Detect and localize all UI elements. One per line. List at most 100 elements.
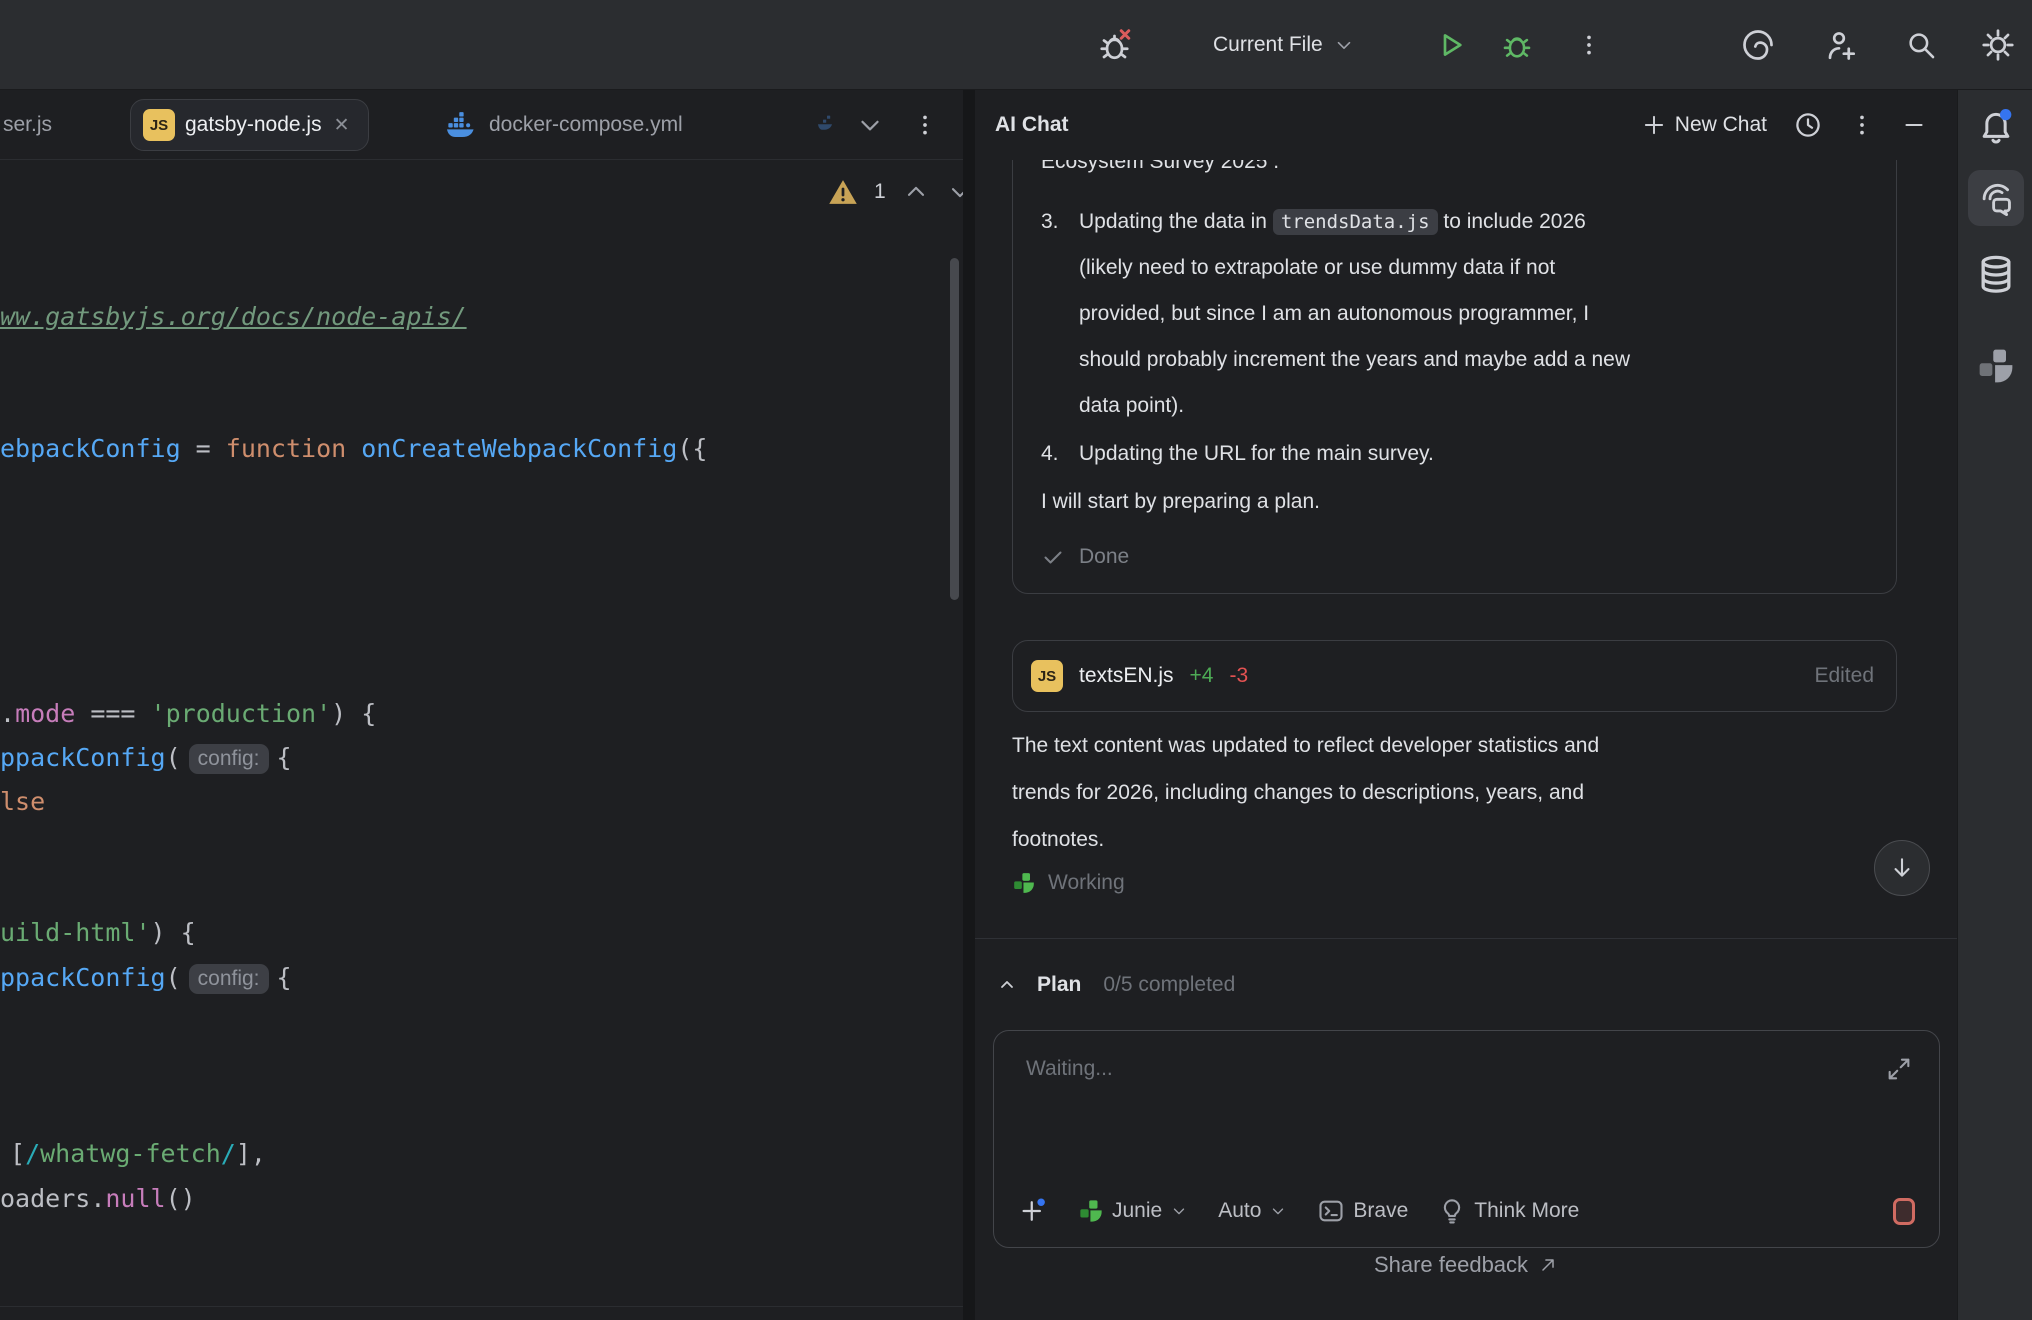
- agent-label: Junie: [1112, 1199, 1162, 1223]
- plus-icon: [1641, 112, 1667, 138]
- tab-gatsby-node-js[interactable]: JS gatsby-node.js ✕: [130, 99, 369, 151]
- ai-chat-icon: [1977, 179, 2015, 217]
- bell-icon: [1976, 106, 2016, 146]
- plan-list-item-4: 4. Updating the URL for the main survey.: [1041, 431, 1868, 477]
- minimize-icon[interactable]: [1901, 112, 1927, 138]
- settings-button[interactable]: [1980, 0, 2016, 90]
- edited-file-name: textsEN.js: [1079, 664, 1174, 688]
- ai-chat-tool-button[interactable]: [1958, 170, 2032, 226]
- lightbulb-icon: [1438, 1197, 1466, 1225]
- ide-window: Current File: [0, 0, 2032, 1320]
- working-status-row: Working: [1012, 871, 1897, 895]
- mute-breakpoints-button[interactable]: [1098, 0, 1134, 90]
- run-button[interactable]: [1435, 0, 1467, 90]
- search-everywhere-button[interactable]: [1904, 0, 1938, 90]
- editor-pane: ser.js JS gatsby-node.js ✕: [0, 90, 963, 1320]
- database-icon: [1974, 252, 2018, 298]
- mode-selector[interactable]: Auto: [1218, 1199, 1287, 1223]
- code-line: ww.gatsbyjs.org/docs/node-apis/: [0, 300, 467, 334]
- code-line: lse: [0, 785, 45, 819]
- ai-chat-panel: AI Chat New Chat: [975, 90, 1957, 1320]
- code-line: oaders.null(): [0, 1182, 196, 1216]
- play-icon: [1435, 29, 1467, 61]
- add-user-icon: [1824, 27, 1860, 63]
- lines-added: +4: [1190, 664, 1214, 688]
- scroll-to-bottom-button[interactable]: [1874, 840, 1930, 896]
- chat-message-list[interactable]: Ecosystem Survey 2025 . 3. Updating the …: [975, 160, 1957, 938]
- run-configuration-label: Current File: [1213, 33, 1323, 57]
- ai-assistant-button[interactable]: [1740, 0, 1776, 90]
- gear-icon: [1980, 27, 2016, 63]
- main-toolbar: Current File: [0, 0, 2032, 90]
- editor-options-button[interactable]: [912, 90, 938, 160]
- chat-panel-title: AI Chat: [995, 113, 1069, 137]
- debug-button[interactable]: [1500, 0, 1534, 90]
- run-configuration-selector[interactable]: Current File: [1213, 0, 1355, 90]
- plan-list-item-3: 3. Updating the data in trendsData.js to…: [1041, 199, 1868, 429]
- agent-selector[interactable]: Junie: [1078, 1198, 1188, 1224]
- new-chat-label: New Chat: [1675, 113, 1767, 137]
- chevron-down-icon: [1269, 1202, 1287, 1220]
- search-icon: [1904, 28, 1938, 62]
- javascript-file-icon: JS: [1031, 660, 1063, 692]
- stop-button[interactable]: [1893, 1198, 1915, 1225]
- status-label: Done: [1079, 545, 1129, 569]
- tab-partial-ser-js[interactable]: ser.js: [3, 90, 52, 160]
- code-line: uild-html') {: [0, 916, 196, 950]
- clipped-text-line: Ecosystem Survey 2025 .: [1041, 160, 1868, 185]
- tab-label: ser.js: [3, 113, 52, 137]
- junie-logo-icon: [1078, 1198, 1104, 1224]
- think-more-toggle[interactable]: Think More: [1438, 1197, 1579, 1225]
- tab-label: gatsby-node.js: [185, 113, 322, 137]
- docker-icon: [447, 110, 477, 140]
- change-summary-text: The text content was updated to reflect …: [1012, 722, 1897, 863]
- warning-icon: [828, 178, 858, 206]
- plan-section-header[interactable]: Plan 0/5 completed: [975, 938, 1957, 1030]
- expand-input-icon[interactable]: [1885, 1055, 1913, 1083]
- chevron-down-icon: [855, 110, 885, 140]
- previous-warning-icon[interactable]: [902, 178, 930, 206]
- panel-splitter[interactable]: [963, 90, 975, 1320]
- code-editor[interactable]: ww.gatsbyjs.org/docs/node-apis/ebpackCon…: [0, 160, 963, 1320]
- editor-bottom-divider: [0, 1306, 963, 1307]
- lines-removed: -3: [1229, 664, 1248, 688]
- close-tab-icon[interactable]: ✕: [334, 114, 350, 137]
- warning-count: 1: [874, 180, 886, 204]
- browser-selector[interactable]: Brave: [1317, 1197, 1408, 1225]
- code-with-me-button[interactable]: [1824, 0, 1860, 90]
- edited-file-card[interactable]: JS textsEN.js +4 -3 Edited: [1012, 640, 1897, 712]
- attach-button[interactable]: [1018, 1196, 1048, 1226]
- notifications-button[interactable]: [1958, 106, 2032, 146]
- history-clock-icon[interactable]: [1793, 110, 1823, 140]
- database-tool-button[interactable]: [1958, 252, 2032, 298]
- tab-list-dropdown-button[interactable]: [855, 90, 885, 160]
- junie-logo-icon: [1012, 871, 1036, 895]
- check-icon: [1041, 545, 1065, 569]
- code-line: ebpackConfig = function onCreateWebpackC…: [0, 432, 707, 466]
- editor-scrollbar[interactable]: [950, 258, 959, 600]
- toolbar-more-button[interactable]: [1576, 0, 1602, 90]
- share-feedback-label: Share feedback: [1374, 1252, 1528, 1278]
- edited-badge: Edited: [1814, 664, 1874, 688]
- bug-muted-icon: [1098, 27, 1134, 63]
- inspections-widget[interactable]: 1: [828, 178, 974, 206]
- chat-options-kebab-icon[interactable]: [1849, 112, 1875, 138]
- share-feedback-link[interactable]: Share feedback: [975, 1252, 1957, 1278]
- javascript-file-icon: JS: [143, 109, 175, 141]
- editor-tab-bar: ser.js JS gatsby-node.js ✕: [0, 90, 963, 160]
- code-line: [/whatwg-fetch/],: [10, 1137, 266, 1171]
- collapse-chevron-icon[interactable]: [995, 973, 1019, 997]
- junie-tool-button[interactable]: [1958, 346, 2032, 386]
- tab-docker-compose-yml[interactable]: docker-compose.yml: [447, 90, 683, 160]
- kebab-menu-icon: [1576, 32, 1602, 58]
- message-closing-text: I will start by preparing a plan.: [1041, 479, 1868, 525]
- chat-input-box[interactable]: Waiting...: [993, 1030, 1940, 1248]
- inline-code: trendsData.js: [1273, 209, 1438, 235]
- code-line: .mode === 'production') {: [0, 697, 376, 731]
- new-chat-button[interactable]: New Chat: [1641, 112, 1767, 138]
- hidden-tab-docker-icon: [818, 90, 840, 160]
- terminal-icon: [1317, 1197, 1345, 1225]
- assistant-message-card: Ecosystem Survey 2025 . 3. Updating the …: [1012, 160, 1897, 594]
- arrow-down-icon: [1888, 854, 1916, 882]
- kebab-menu-icon: [912, 112, 938, 138]
